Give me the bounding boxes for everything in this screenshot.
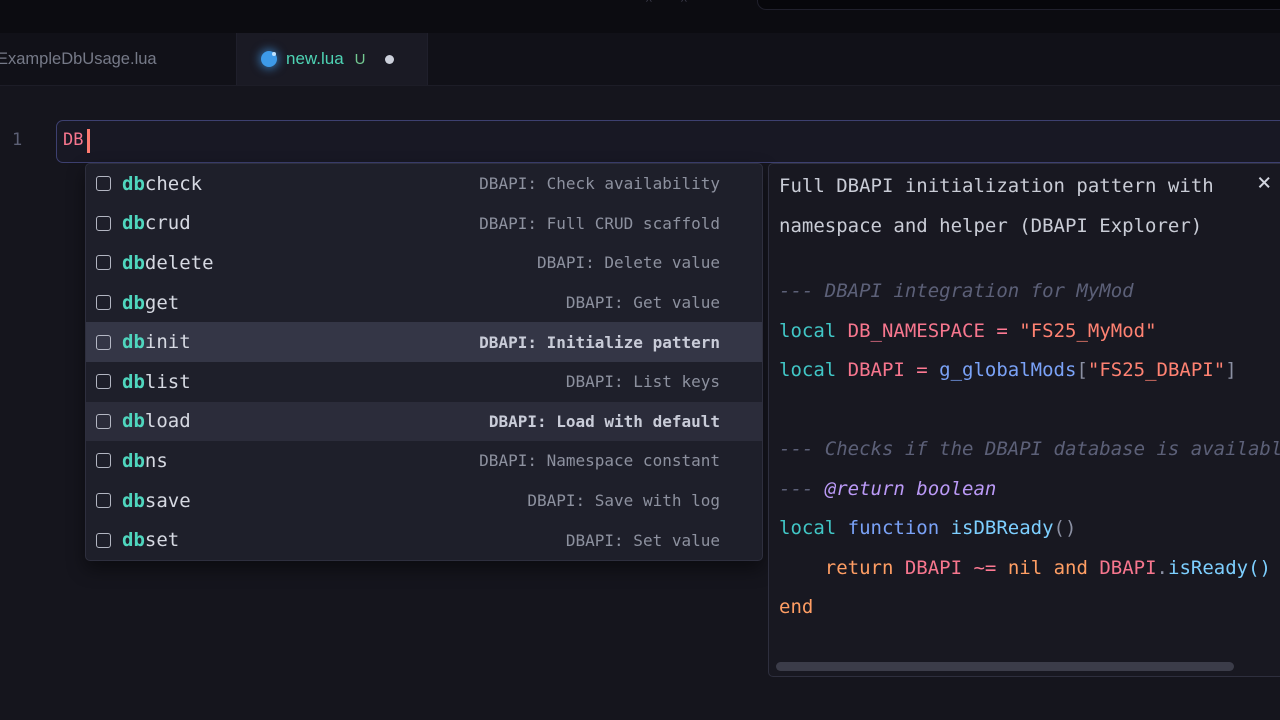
suggestion-detail: DBAPI: Set value — [566, 531, 720, 550]
doc-code-line: local function isDBReady() — [779, 509, 1280, 549]
doc-code-line: return DBAPI ~= nil and DBAPI.isReady() — [779, 549, 1280, 589]
suggestion-label: dbinit — [122, 331, 191, 353]
doc-code-line — [779, 391, 1280, 431]
suggestion-item-dbinit[interactable]: dbinit DBAPI: Initialize pattern — [86, 322, 762, 362]
suggestion-label: dblist — [122, 371, 191, 393]
modified-dot-icon[interactable] — [385, 55, 394, 64]
snippet-icon — [96, 374, 111, 389]
titlebar-icon: ⌃ — [680, 0, 688, 11]
suggestion-item-dbdelete[interactable]: dbdelete DBAPI: Delete value — [86, 243, 762, 283]
suggest-list: dbcheck DBAPI: Check availability dbcrud DB… — [86, 164, 762, 560]
horizontal-scrollbar[interactable] — [776, 662, 1234, 671]
snippet-icon — [96, 176, 111, 191]
suggestion-item-dbload[interactable]: dbload DBAPI: Load with default — [86, 402, 762, 442]
suggestion-item-dbns[interactable]: dbns DBAPI: Namespace constant — [86, 441, 762, 481]
suggestion-label: dbsave — [122, 490, 191, 512]
tab-label: new.lua — [286, 49, 344, 69]
suggestion-detail: DBAPI: Load with default — [489, 412, 720, 431]
titlebar-panel-edge — [757, 0, 1280, 10]
lua-file-icon — [261, 51, 277, 67]
doc-code-line: end — [779, 588, 1280, 628]
suggestion-item-dbget[interactable]: dbget DBAPI: Get value — [86, 283, 762, 323]
snippet-icon — [96, 493, 111, 508]
docs-header: Full DBAPI initialization pattern with n… — [779, 166, 1261, 246]
text-cursor — [87, 129, 90, 153]
line-number: 1 — [12, 130, 22, 150]
suggestion-label: dbset — [122, 529, 179, 551]
snippet-icon — [96, 414, 111, 429]
title-bar: ⌃ ⌃ — [0, 0, 1280, 33]
doc-code: --- DBAPI integration for MyModlocal DB_… — [779, 272, 1280, 628]
suggestion-detail: DBAPI: Full CRUD scaffold — [479, 214, 720, 233]
git-status-badge: U — [355, 51, 366, 68]
snippet-icon — [96, 295, 111, 310]
snippet-icon — [96, 335, 111, 350]
doc-code-line: --- Checks if the DBAPI database is avai… — [779, 430, 1280, 470]
suggestion-detail: DBAPI: Save with log — [527, 491, 720, 510]
suggestion-label: dbcrud — [122, 212, 191, 234]
suggestion-label: dbcheck — [122, 173, 202, 195]
suggestion-detail: DBAPI: Initialize pattern — [479, 333, 720, 352]
suggestion-label: dbload — [122, 410, 191, 432]
snippet-icon — [96, 533, 111, 548]
suggestion-detail: DBAPI: List keys — [566, 372, 720, 391]
suggestion-item-dbcheck[interactable]: dbcheck DBAPI: Check availability — [86, 164, 762, 204]
doc-code-line: --- DBAPI integration for MyMod — [779, 272, 1280, 312]
tab-new-lua[interactable]: new.lua U — [237, 33, 428, 85]
suggestion-detail: DBAPI: Delete value — [537, 253, 720, 272]
suggestion-item-dblist[interactable]: dblist DBAPI: List keys — [86, 362, 762, 402]
suggest-docs-panel: Full DBAPI initialization pattern with n… — [768, 163, 1280, 677]
snippet-icon — [96, 255, 111, 270]
doc-code-line: local DBAPI = g_globalMods["FS25_DBAPI"] — [779, 351, 1280, 391]
doc-code-line: --- @return boolean — [779, 470, 1280, 510]
suggest-widget: dbcheck DBAPI: Check availability dbcrud DB… — [85, 163, 763, 561]
titlebar-icon: ⌃ — [645, 0, 653, 11]
suggestion-detail: DBAPI: Get value — [566, 293, 720, 312]
editor-current-line[interactable] — [56, 120, 1280, 163]
suggestion-label: dbget — [122, 292, 179, 314]
suggestion-item-dbset[interactable]: dbset DBAPI: Set value — [86, 520, 762, 560]
editor-typed-text: DB — [63, 130, 83, 150]
doc-code-line: local DB_NAMESPACE = "FS25_MyMod" — [779, 312, 1280, 352]
suggestion-detail: DBAPI: Check availability — [479, 174, 720, 193]
tab-label: ExampleDbUsage.lua — [0, 50, 157, 69]
tab-strip: ExampleDbUsage.lua new.lua U — [0, 33, 1280, 86]
suggestion-label: dbdelete — [122, 252, 214, 274]
suggestion-detail: DBAPI: Namespace constant — [479, 451, 720, 470]
suggestion-label: dbns — [122, 450, 168, 472]
suggestion-item-dbsave[interactable]: dbsave DBAPI: Save with log — [86, 481, 762, 521]
snippet-icon — [96, 453, 111, 468]
suggestion-item-dbcrud[interactable]: dbcrud DBAPI: Full CRUD scaffold — [86, 204, 762, 244]
close-icon[interactable]: × — [1257, 170, 1271, 194]
snippet-icon — [96, 216, 111, 231]
tab-exampledbusage[interactable]: ExampleDbUsage.lua — [0, 33, 237, 85]
